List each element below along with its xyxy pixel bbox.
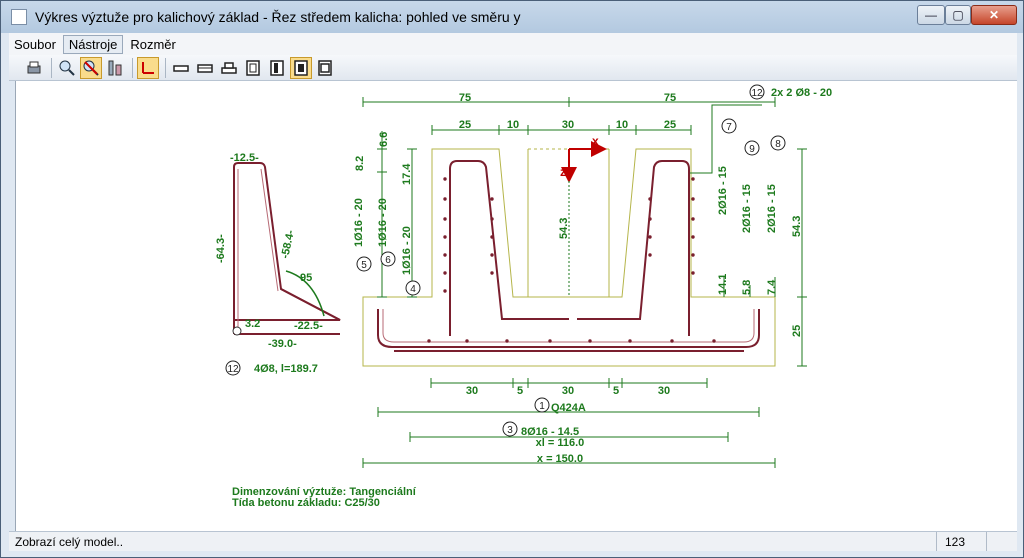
dim-seg1: 25 (459, 119, 471, 131)
dim-v-25: 25 (791, 325, 803, 337)
view-5-icon[interactable] (266, 57, 288, 79)
toolbar-separator (51, 57, 52, 78)
rebar-drawing: -12.5- -64.3- -58.4- 95 -22.5- -39.0- 3.… (215, 84, 832, 509)
axes-icon[interactable] (137, 56, 159, 79)
dim-bot-5a: 5 (517, 385, 523, 397)
close-button[interactable]: ✕ (971, 5, 1017, 25)
dim-v-8-2: 8.2 (354, 156, 366, 171)
status-bar: Zobrazí celý model.. 123 (9, 531, 1017, 551)
marker-8: 8 (775, 139, 781, 150)
print-icon[interactable] (23, 57, 45, 79)
marker-1: 1 (539, 401, 545, 412)
dim-v-54-3-mid: 54.3 (558, 218, 570, 239)
dim-bot-30a: 30 (466, 385, 478, 397)
view-7-icon[interactable] (314, 57, 336, 79)
bar-label-3: 8Ø16 - 14.5 (521, 426, 579, 438)
marker-7: 7 (726, 122, 732, 133)
bar-label-5: 1Ø16 - 20 (353, 198, 365, 247)
zoom-icon[interactable] (56, 57, 78, 79)
dim-v-7-4: 7.4 (766, 279, 778, 295)
marker-12: 12 (751, 88, 763, 99)
maximize-button[interactable]: ▢ (945, 5, 971, 25)
app-icon (11, 9, 27, 25)
note-trida-betonu: Tída betonu základu: C25/30 (232, 497, 380, 509)
detail-dim-left: -64.3- (215, 234, 227, 263)
dim-seg2: 10 (507, 119, 519, 131)
dim-bot-30b: 30 (562, 385, 574, 397)
detail-dim-bottom: -39.0- (268, 338, 297, 350)
zoom-extents-icon[interactable] (80, 56, 102, 79)
dim-v-14-1: 14.1 (717, 274, 729, 295)
bar-label-4: 1Ø16 - 20 (401, 226, 413, 275)
detail-caption: 4Ø8, l=189.7 (254, 363, 318, 375)
drawing-canvas[interactable]: -12.5- -64.3- -58.4- 95 -22.5- -39.0- 3.… (15, 81, 1017, 531)
bar-label-7: 2Ø16 - 15 (717, 166, 729, 215)
dim-seg4: 10 (616, 119, 628, 131)
status-text: Zobrazí celý model.. (9, 532, 937, 551)
dim-seg5: 25 (664, 119, 676, 131)
detail-dim-angle: 95 (300, 272, 312, 284)
dim-bot-30c: 30 (658, 385, 670, 397)
app-window: Výkres výztuže pro kalichový základ - Ře… (0, 0, 1024, 558)
toolbar (9, 55, 1017, 81)
view-6-icon[interactable] (290, 56, 312, 79)
toolbar-separator (165, 57, 166, 78)
rebar-dots (427, 177, 716, 343)
view-1-icon[interactable] (170, 57, 192, 79)
menu-nastroje[interactable]: Nástroje (62, 34, 124, 54)
marker-9: 9 (749, 144, 755, 155)
dim-seg3: 30 (562, 119, 574, 131)
dim-x: x = 150.0 (537, 453, 583, 465)
status-number: 123 (937, 532, 987, 551)
dim-xl: xl = 116.0 (536, 437, 585, 449)
marker-6: 6 (385, 255, 391, 266)
menu-bar: Soubor Nástroje Rozměr (9, 33, 1017, 55)
dim-v-54-3-right: 54.3 (791, 216, 803, 237)
bar-label-8: 2Ø16 - 15 (766, 184, 778, 233)
bar-label-9: 2Ø16 - 15 (741, 184, 753, 233)
toolbar-separator (132, 57, 133, 78)
view-2-icon[interactable] (194, 57, 216, 79)
dim-v-17-4: 17.4 (401, 163, 413, 185)
menu-rozmer[interactable]: Rozměr (125, 36, 181, 53)
marker-5: 5 (361, 260, 367, 271)
title-bar[interactable]: Výkres výztuže pro kalichový základ - Ře… (1, 1, 1023, 33)
bar-label-1: Q424A (551, 402, 586, 414)
view-4-icon[interactable] (242, 57, 264, 79)
window-title: Výkres výztuže pro kalichový základ - Ře… (35, 9, 521, 25)
detail-dim-foot: -22.5- (294, 320, 323, 332)
bar-label-6: 1Ø16 - 20 (377, 198, 389, 247)
dim-top-right: 75 (664, 92, 676, 104)
axis-x-label: x (592, 134, 599, 148)
marker-3: 3 (507, 425, 513, 436)
detail-dim-top: -12.5- (230, 152, 259, 164)
dim-bot-5b: 5 (613, 385, 619, 397)
minimize-button[interactable]: — (917, 5, 945, 25)
marker-12-detail-label: 12 (227, 364, 239, 375)
axis-z-label: z (560, 165, 566, 179)
menu-soubor[interactable]: Soubor (9, 36, 61, 53)
stirrup-icon[interactable] (104, 57, 126, 79)
detail-dim-slope: -58.4- (279, 229, 297, 260)
dim-v-6-6: 6.6 (378, 132, 390, 147)
view-3-icon[interactable] (218, 57, 240, 79)
dim-top-left: 75 (459, 92, 471, 104)
detail-dim-radius: 3.2 (245, 318, 260, 330)
bar-label-12: 2x 2 Ø8 - 20 (771, 87, 832, 99)
coordinate-axes (561, 141, 607, 183)
marker-4: 4 (410, 284, 416, 295)
dim-v-5-8: 5.8 (741, 280, 753, 295)
